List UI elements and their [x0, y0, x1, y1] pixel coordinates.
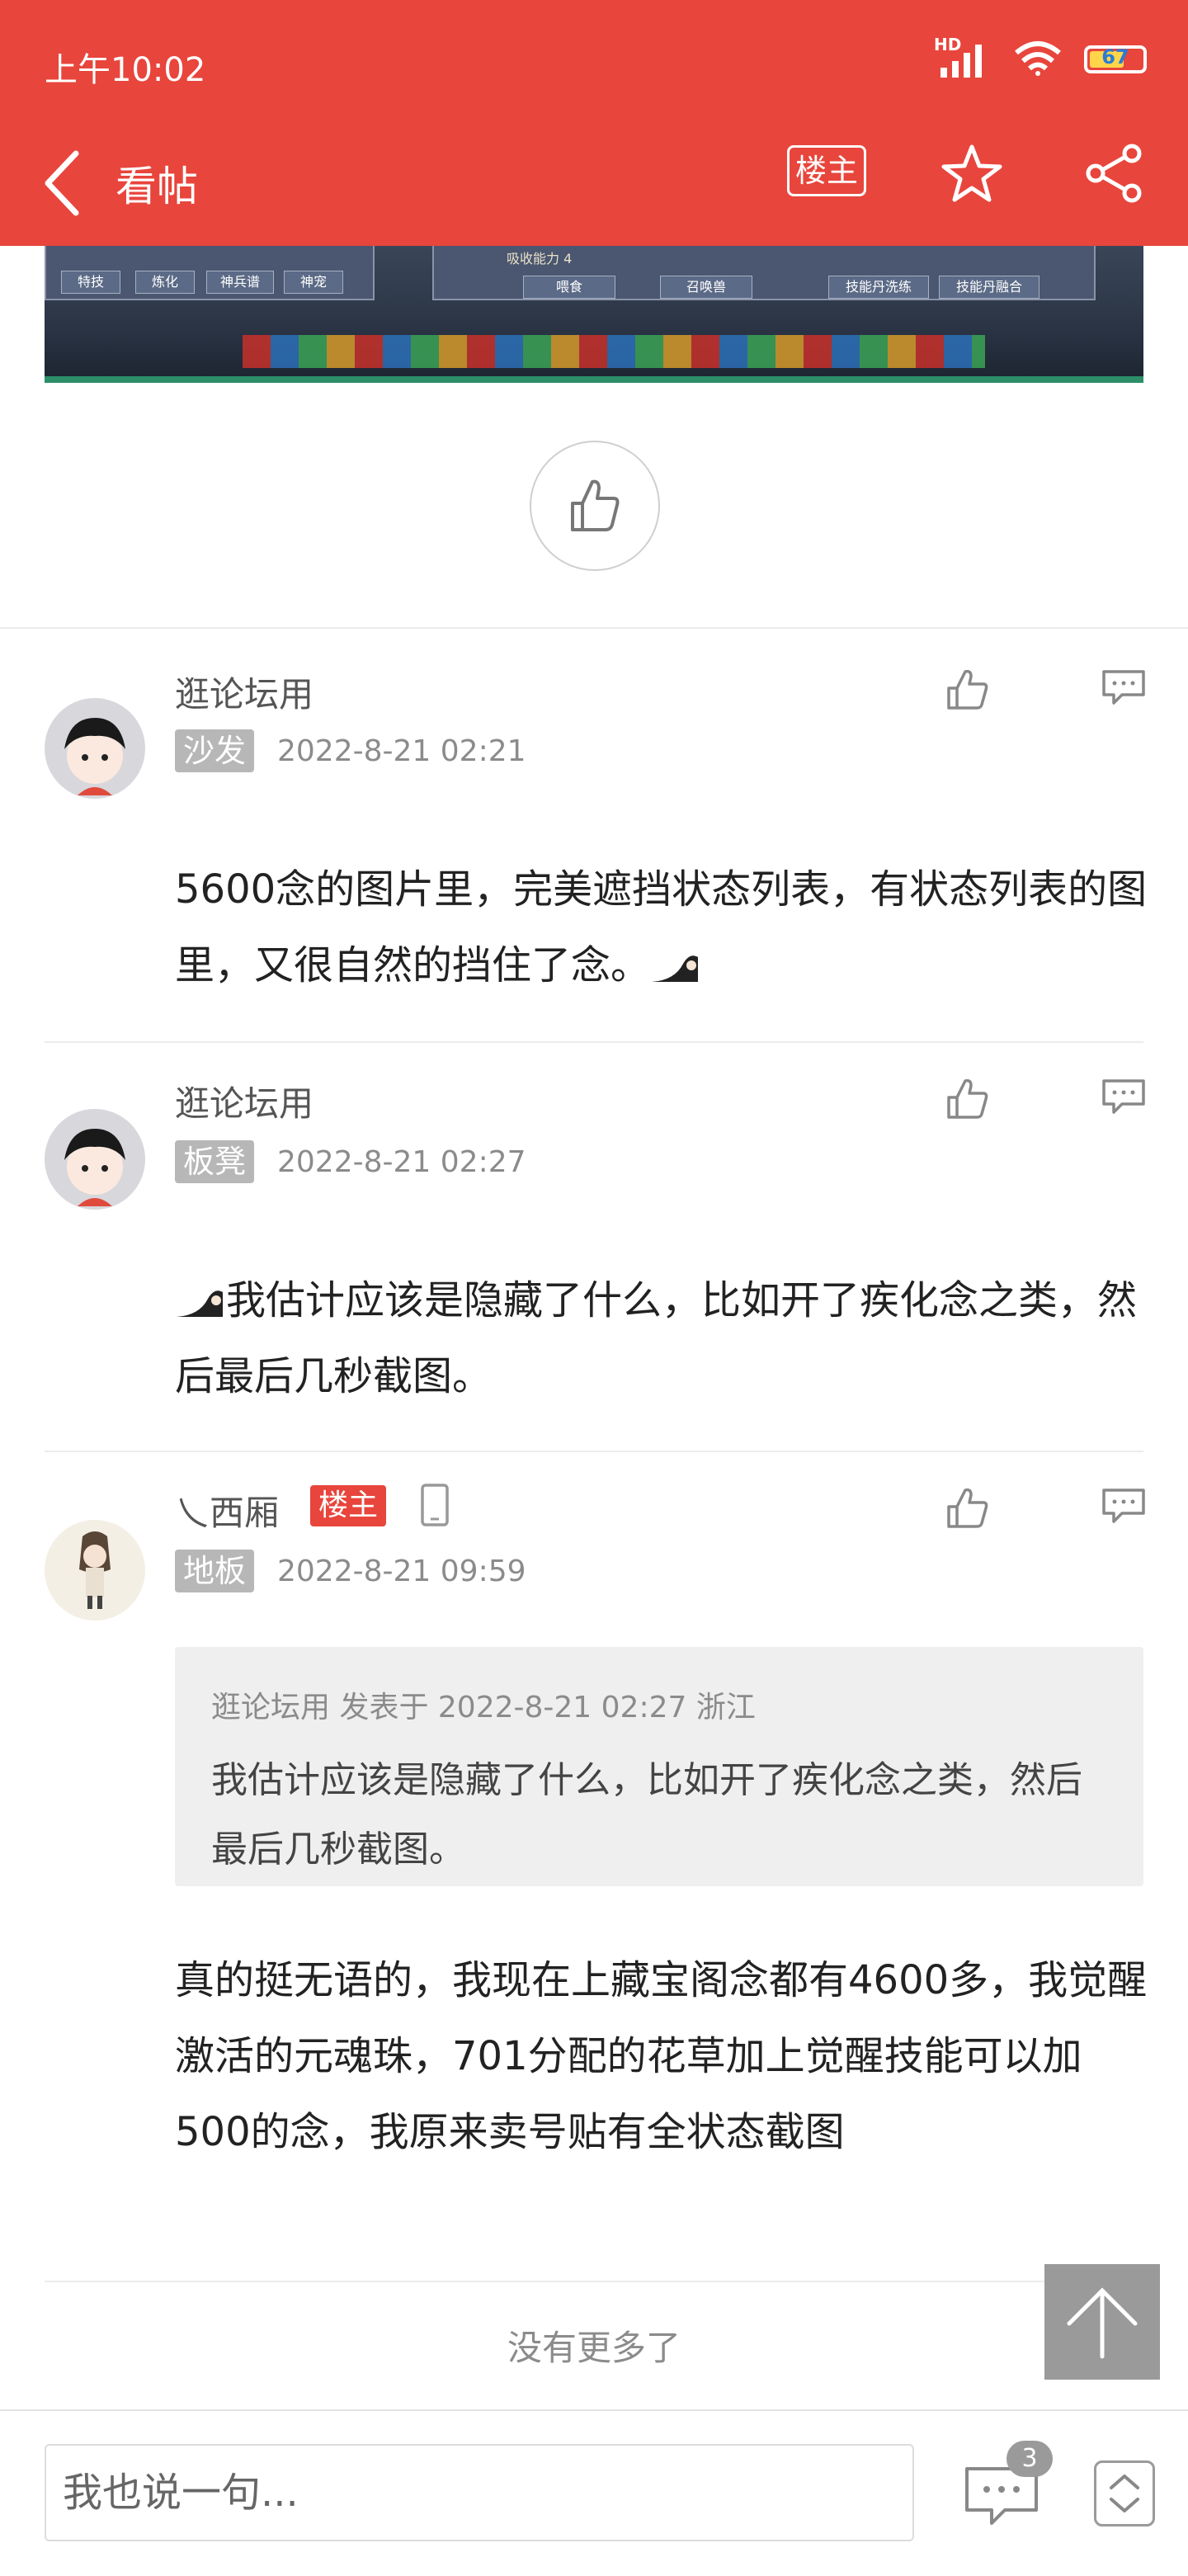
username[interactable]: 逛论坛用: [175, 1076, 314, 1126]
floor-badge: 板凳: [175, 1140, 255, 1183]
avatar[interactable]: [45, 1520, 145, 1621]
summon-button: 召唤兽: [660, 276, 752, 299]
divider: [45, 2281, 1143, 2282]
tab-refine: 炼化: [135, 271, 195, 294]
reply-icon[interactable]: [1101, 668, 1147, 711]
floor-badge: 沙发: [175, 729, 255, 772]
divider: [0, 627, 1188, 629]
emoji-icon: [175, 1267, 226, 1317]
username[interactable]: 乀西厢: [175, 1485, 279, 1536]
post-content: 5600念的图片里，完美遮挡状态列表，有状态列表的图里，又很自然的挡住了念。: [175, 852, 1148, 1003]
tab-special: 特技: [61, 271, 120, 294]
page-title: 看帖: [116, 163, 198, 210]
wifi-icon: [1013, 40, 1063, 79]
avatar[interactable]: [45, 1109, 145, 1210]
quote-meta: 逛论坛用 发表于 2022-8-21 02:27 浙江: [211, 1691, 756, 1724]
owner-badge: 楼主: [310, 1485, 387, 1526]
back-to-top-button[interactable]: [1044, 2264, 1160, 2380]
like-icon[interactable]: [945, 1076, 992, 1125]
favorite-star-icon[interactable]: [940, 142, 1003, 208]
nav-bar: 看帖 楼主: [0, 124, 1188, 246]
status-icons: HD 67: [934, 35, 1147, 79]
stat-label: 吸收能力 4: [507, 251, 573, 267]
like-post-button[interactable]: [530, 441, 660, 571]
emoji-icon: [650, 932, 701, 982]
post-content: 我估计应该是隐藏了什么，比如开了疾化念之类，然后最后几秒截图。: [175, 1262, 1148, 1414]
skill-refine-button: 技能丹洗练: [828, 276, 929, 299]
mobile-device-icon: [419, 1482, 450, 1531]
post-time: 2022-8-21 02:21: [277, 734, 526, 768]
skill-fuse-button: 技能丹融合: [939, 276, 1040, 299]
post-content: 真的挺无语的，我现在上藏宝阁念都有4600多，我觉醒激活的元魂珠，701分配的花…: [175, 1957, 1148, 2155]
skill-bar: [243, 335, 985, 368]
divider: [45, 1041, 1143, 1043]
chevron-up-down-icon: [1110, 2475, 1139, 2512]
reply-icon[interactable]: [1101, 1078, 1147, 1121]
divider: [45, 1451, 1143, 1452]
tab-pet: 神宠: [284, 271, 343, 294]
floor-badge: 地板: [175, 1550, 255, 1592]
feed-button: 喂食: [523, 276, 615, 299]
reply-icon[interactable]: [1101, 1487, 1147, 1530]
no-more-label: 没有更多了: [507, 2328, 681, 2368]
exp-bar: [45, 376, 1143, 383]
scroll-toggle-button[interactable]: [1094, 2460, 1155, 2526]
signal-icon: HD: [934, 35, 992, 78]
battery-icon: 67: [1084, 45, 1147, 73]
bottom-bar: 我也说一句... 3: [0, 2409, 1188, 2576]
post-time: 2022-8-21 02:27: [277, 1145, 526, 1179]
comment-count-badge: 3: [1006, 2441, 1053, 2477]
like-icon[interactable]: [945, 667, 992, 716]
tab-weapon-book: 神兵谱: [206, 271, 274, 294]
status-time: 上午10:02: [45, 51, 206, 89]
post-image-game-screenshot[interactable]: 吸收能力 4 喂食 召唤兽 技能丹洗练 技能丹融合 特技 炼化 神兵谱 神宠: [45, 246, 1143, 383]
back-icon[interactable]: [36, 140, 86, 226]
arrow-up-icon: [1067, 2287, 1138, 2359]
owner-only-button[interactable]: 楼主: [787, 145, 866, 196]
quote-box[interactable]: 逛论坛用 发表于 2022-8-21 02:27 浙江 我估计应该是隐藏了什么，…: [175, 1647, 1143, 1886]
battery-level: 67: [1101, 45, 1129, 68]
post-time: 2022-8-21 09:59: [277, 1555, 526, 1588]
status-bar: 上午10:02 HD 67: [0, 0, 1188, 124]
comment-input[interactable]: 我也说一句...: [45, 2444, 914, 2541]
avatar[interactable]: [45, 698, 145, 799]
thumbs-up-icon: [571, 479, 620, 531]
like-icon[interactable]: [945, 1485, 992, 1535]
quote-text: 我估计应该是隐藏了什么，比如开了疾化念之类，然后最后几秒截图。: [211, 1759, 1082, 1871]
post-text: 我估计应该是隐藏了什么，比如开了疾化念之类，然后最后几秒截图。: [175, 1277, 1138, 1399]
share-icon[interactable]: [1082, 142, 1145, 208]
username[interactable]: 逛论坛用: [175, 667, 314, 717]
